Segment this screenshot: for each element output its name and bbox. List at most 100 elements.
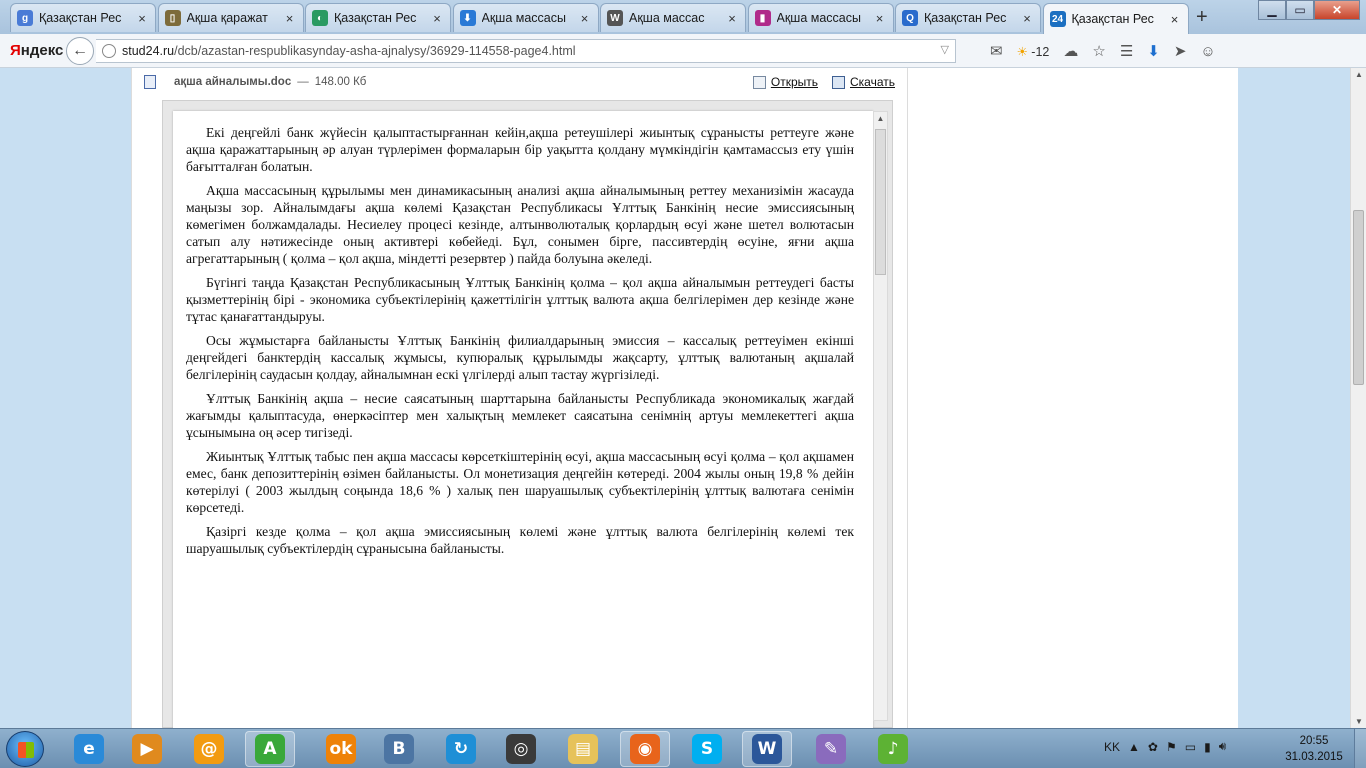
minimize-button[interactable]: ▁ (1258, 0, 1286, 20)
close-tab-icon[interactable]: × (578, 11, 592, 26)
tab-title: Ақша массасы (481, 11, 567, 25)
taskbar-item[interactable]: ▶ (122, 731, 172, 767)
taskbar-item[interactable]: ◎ (496, 731, 546, 767)
share-icon[interactable]: ➤ (1174, 42, 1187, 60)
close-tab-icon[interactable]: × (1168, 12, 1182, 27)
back-button[interactable]: ← (66, 37, 94, 65)
start-button[interactable] (6, 731, 44, 767)
tab-6[interactable]: ▮ Ақша массасы × (747, 3, 894, 32)
document-page: Екі деңгейлі банк жүйесін қалыптастырған… (173, 111, 873, 741)
firefox-icon: ◉ (630, 734, 660, 764)
close-tab-icon[interactable]: × (283, 11, 297, 26)
tab-8[interactable]: 24 Қазақстан Рес × (1042, 3, 1189, 34)
close-tab-icon[interactable]: × (1020, 11, 1034, 26)
download-label: Скачать (850, 75, 895, 89)
clock-time: 20:55 (1299, 735, 1329, 747)
language-indicator[interactable]: KK (1104, 740, 1120, 754)
taskbar-item[interactable]: ↻ (436, 731, 486, 767)
viewer-scroll-thumb[interactable] (875, 129, 886, 275)
show-desktop-button[interactable] (1354, 729, 1366, 768)
url-host: stud24.ru (122, 44, 175, 58)
document-icon: ▯ (164, 10, 181, 26)
close-tab-icon[interactable]: × (725, 11, 739, 26)
tab-2[interactable]: ▯ Ақша қаражат × (157, 3, 304, 32)
tab-3[interactable]: ◐ Қазақстан Рес × (305, 3, 451, 32)
network-app-icon[interactable]: ✿ (1148, 740, 1158, 754)
toolbar-icons: ✉ ☀ -12 ☁ ☆ ☰ ⬇ ➤ ☺ (990, 42, 1216, 61)
close-tab-icon[interactable]: × (430, 11, 444, 26)
taskbar-item[interactable]: ◉ (620, 731, 670, 767)
tab-4[interactable]: ⬇ Ақша массасы × (452, 3, 599, 32)
yandex-logo[interactable]: Яндекс (10, 42, 63, 59)
reader-icon[interactable]: ☰ (1120, 42, 1133, 60)
maximize-button[interactable]: ▭ (1286, 0, 1314, 20)
browser-toolbar: Яндекс ← stud24.ru/dcb/azastan-respublik… (0, 34, 1366, 68)
close-window-button[interactable]: ✕ (1314, 0, 1360, 20)
windows-logo-icon (18, 742, 34, 758)
close-tab-icon[interactable]: × (135, 11, 149, 26)
address-bar[interactable]: stud24.ru/dcb/azastan-respublikasynday-a… (96, 39, 956, 63)
clock[interactable]: 20:55 31.03.2015 (1284, 733, 1344, 765)
signal-icon[interactable]: ▮ (1204, 740, 1211, 754)
logo-initial: Я (10, 42, 21, 59)
globe-icon: ◐ (312, 10, 328, 26)
system-tray: KK ▲ ✿ ⚑ ▭ ▮ 🔊︎ (1104, 739, 1226, 754)
file-actions: Открыть Скачать (752, 75, 895, 89)
site-24-icon: 24 (1049, 11, 1066, 27)
cloud-icon[interactable]: ☁ (1063, 42, 1078, 60)
display-icon[interactable]: ▭ (1185, 740, 1196, 754)
document-text: Екі деңгейлі банк жүйесін қалыптастырған… (186, 124, 854, 564)
google-icon: g (17, 10, 33, 26)
document-paragraph: Ақша массасының құрылымы мен динамикасын… (186, 183, 854, 266)
page-scroll-thumb[interactable] (1353, 210, 1364, 385)
taskbar-item[interactable]: ok (316, 731, 366, 767)
close-tab-icon[interactable]: × (873, 11, 887, 26)
page-scroll-up-icon[interactable]: ▲ (1351, 70, 1366, 79)
green-a-icon: A (255, 734, 285, 764)
taskbar-item[interactable]: e (64, 731, 114, 767)
page-scroll-down-icon[interactable]: ▼ (1351, 717, 1366, 726)
file-separator: — (297, 76, 309, 88)
temperature-value: -12 (1031, 44, 1050, 59)
document-viewer: Екі деңгейлі банк жүйесін қалыптастырған… (162, 100, 893, 741)
document-paragraph: Ұлттық Банкінің ақша – несие саясатының … (186, 391, 854, 440)
search-icon: Q (902, 10, 918, 26)
download-icon: ⬇ (459, 10, 476, 26)
smiley-icon[interactable]: ☺ (1200, 43, 1215, 60)
taskbar-item[interactable]: S (682, 731, 732, 767)
open-link[interactable]: Открыть (752, 75, 818, 89)
tab-1[interactable]: g Қазақстан Рес × (10, 3, 156, 32)
page-scrollbar[interactable]: ▲ ▼ (1350, 68, 1366, 728)
download-link[interactable]: Скачать (832, 75, 895, 89)
weather-widget[interactable]: ☀ -12 (1017, 44, 1050, 59)
new-tab-button[interactable]: + (1196, 6, 1208, 29)
scroll-up-icon[interactable]: ▲ (874, 112, 887, 126)
flag-icon[interactable]: ⚑ (1166, 740, 1177, 754)
mail-icon[interactable]: ✉ (990, 42, 1003, 60)
file-name: ақша айналымы.doc (174, 76, 292, 88)
open-label: Открыть (770, 75, 818, 89)
chevron-down-icon[interactable]: ▽ (941, 43, 949, 56)
tab-5[interactable]: W Ақша массас × (600, 3, 746, 32)
taskbar-item[interactable]: ▤ (558, 731, 608, 767)
url-path: /dcb/azastan-respublikasynday-asha-ajnal… (174, 44, 576, 58)
tray-expand-icon[interactable]: ▲ (1128, 740, 1140, 754)
download-icon[interactable]: ⬇ (1147, 42, 1160, 60)
document-paragraph: Бүгінгі таңда Қазақстан Республикасының … (186, 275, 854, 324)
taskbar-item[interactable]: A (245, 731, 295, 767)
taskbar-item[interactable]: W (742, 731, 792, 767)
taskbar-item[interactable]: ✎ (806, 731, 856, 767)
volume-icon[interactable]: 🔊︎ (1219, 739, 1227, 754)
tab-7[interactable]: Q Қазақстан Рес × (895, 3, 1041, 32)
star-icon[interactable]: ☆ (1092, 42, 1105, 60)
speed-dial-icon: ◎ (506, 734, 536, 764)
taskbar-item[interactable]: @ (184, 731, 234, 767)
viewer-scrollbar[interactable]: ▲ (873, 111, 888, 721)
right-column (908, 68, 1238, 728)
doc-file-icon (144, 75, 156, 89)
skype-icon: S (692, 734, 722, 764)
taskbar-item[interactable]: B (374, 731, 424, 767)
odnoklassniki-icon: ok (326, 734, 356, 764)
folder-icon: ▤ (568, 734, 598, 764)
taskbar-item[interactable]: ♪ (868, 731, 918, 767)
